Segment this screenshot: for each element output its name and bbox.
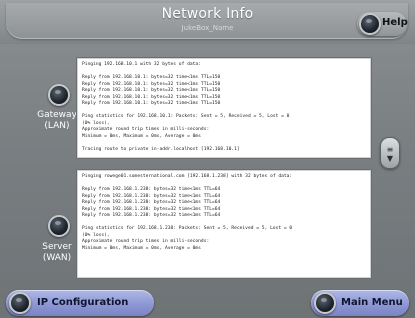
ip-configuration-icon	[9, 292, 31, 314]
gateway-output-panel: Pinging 192.168.10.1 with 32 bytes of da…	[76, 57, 372, 159]
scroll-button[interactable]: ≡ ▼	[380, 137, 400, 169]
server-ping-button[interactable]	[48, 215, 70, 237]
scroll-down-icon: ▼	[386, 154, 394, 163]
server-output-text: Pinging rowege01.somesternational.com [1…	[82, 174, 293, 251]
page-subtitle: JukeBox_Name	[181, 24, 234, 32]
server-label-line1: Server	[42, 242, 72, 252]
scroll-up-icon: ≡	[386, 145, 394, 154]
main-menu-icon	[314, 292, 336, 314]
main-menu-label: Main Menu	[341, 297, 403, 308]
gateway-label-line1: Gateway	[37, 110, 77, 120]
help-icon	[359, 13, 381, 35]
help-button[interactable]: Help	[357, 12, 408, 36]
gateway-label: Gateway (LAN)	[37, 110, 77, 132]
server-label-line2: (WAN)	[42, 253, 72, 263]
header: Network Info JukeBox_Name Help	[0, 0, 415, 44]
help-label: Help	[382, 17, 408, 28]
gateway-ping-button[interactable]	[48, 84, 70, 106]
gateway-output-text: Pinging 192.168.10.1 with 32 bytes of da…	[82, 62, 290, 152]
main-menu-button[interactable]: Main Menu	[311, 290, 409, 316]
server-output-panel: Pinging rowege01.somesternational.com [1…	[76, 169, 372, 279]
ip-configuration-button[interactable]: IP Configuration	[6, 290, 154, 316]
ip-configuration-label: IP Configuration	[37, 297, 129, 308]
server-label: Server (WAN)	[37, 242, 77, 264]
gateway-label-line2: (LAN)	[44, 121, 70, 131]
page-title: Network Info	[161, 6, 254, 22]
